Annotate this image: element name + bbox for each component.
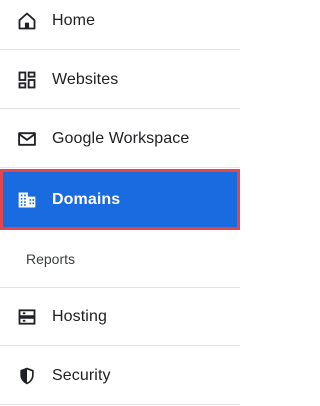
sidebar-item-domains[interactable]: Domains bbox=[0, 169, 240, 230]
server-icon bbox=[16, 306, 38, 328]
sidebar-item-home[interactable]: Home bbox=[0, 0, 240, 50]
sidebar-item-security[interactable]: Security bbox=[0, 347, 240, 405]
sidebar-subitem-reports[interactable]: Reports bbox=[0, 230, 240, 288]
sidebar-subitem-label: Reports bbox=[26, 250, 76, 267]
sidebar-item-google-workspace[interactable]: Google Workspace bbox=[0, 110, 240, 168]
sidebar-item-label: Hosting bbox=[52, 307, 107, 325]
sidebar-item-label: Security bbox=[52, 366, 111, 384]
dashboard-icon bbox=[16, 69, 38, 91]
sidebar-item-label: Websites bbox=[52, 70, 119, 88]
sidebar-item-label: Domains bbox=[52, 190, 121, 208]
sidebar-item-label: Home bbox=[52, 11, 96, 29]
sidebar-item-hosting[interactable]: Hosting bbox=[0, 288, 240, 346]
mail-icon bbox=[16, 128, 38, 150]
sidebar-item-label: Google Workspace bbox=[52, 129, 190, 147]
shield-icon bbox=[16, 365, 38, 387]
sidebar-item-websites[interactable]: Websites bbox=[0, 51, 240, 109]
building-icon bbox=[16, 189, 38, 211]
home-icon bbox=[16, 10, 38, 32]
sidebar-nav: Home Websites Google Workspace Domains R… bbox=[0, 0, 240, 406]
